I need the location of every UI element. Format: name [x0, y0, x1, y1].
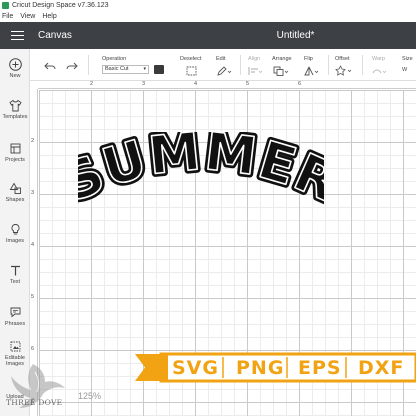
sidebar-label: Shapes: [5, 197, 25, 203]
edit-label: Edit: [216, 56, 226, 62]
plus-icon: [8, 57, 22, 71]
svg-text:SUMMER: SUMMER: [78, 132, 324, 208]
arrange-button[interactable]: Arrange: [272, 49, 298, 81]
summer-artwork[interactable]: SUMMER SUMMER: [78, 132, 324, 208]
sidebar-label: Templates: [2, 114, 28, 120]
offset-button[interactable]: Offset: [335, 49, 355, 81]
deselect-icon: [186, 66, 197, 76]
dove-logo-icon: [11, 364, 65, 408]
operation-label: Operation: [102, 56, 127, 62]
sidebar-label: Phrases: [4, 321, 26, 327]
menu-view[interactable]: View: [20, 13, 35, 20]
size-group: Size W: [402, 49, 416, 81]
speech-bubble-icon: [8, 305, 22, 319]
operation-select[interactable]: Basic Cut ▾: [102, 65, 149, 74]
ruler-number: 2: [31, 138, 35, 144]
window-title: Cricut Design Space v7.36.123: [12, 2, 109, 9]
arrange-label: Arrange: [272, 56, 292, 62]
ruler-number: 3: [142, 81, 146, 87]
warp-icon: [372, 69, 387, 74]
watermark-text: THREE DOVE: [6, 398, 63, 407]
warp-button[interactable]: Warp: [372, 49, 392, 81]
offset-label: Offset: [335, 56, 350, 62]
pencil-icon: [217, 66, 232, 76]
size-width-label: W: [402, 67, 408, 73]
hamburger-menu-icon[interactable]: [0, 22, 35, 49]
editable-image-icon: [8, 339, 22, 353]
summer-text: SUMMER: [78, 132, 324, 208]
app-header: Canvas Untitled*: [0, 22, 416, 49]
align-button[interactable]: Align: [248, 49, 266, 81]
ruler-number: 2: [90, 81, 94, 87]
sidebar-item-text[interactable]: Text: [0, 263, 30, 285]
section-title: Canvas: [38, 30, 72, 41]
redo-button[interactable]: [66, 49, 78, 81]
toolbar-divider: [240, 55, 241, 75]
redo-icon: [66, 62, 78, 70]
format-png-label: PNG: [236, 357, 285, 379]
zoom-level[interactable]: 125%: [78, 391, 101, 401]
align-icon: [248, 67, 263, 75]
shirt-icon: [8, 98, 22, 112]
operation-value: Basic Cut: [105, 66, 129, 72]
warp-label: Warp: [372, 56, 385, 62]
format-eps-label: EPS: [298, 357, 342, 379]
chevron-down-icon: ▾: [143, 66, 146, 72]
sidebar-item-projects[interactable]: Projects: [0, 141, 30, 163]
projects-icon: [8, 141, 22, 155]
ruler-horizontal: 2 3 4 5 6: [38, 81, 416, 89]
ruler-number: 5: [31, 294, 35, 300]
undo-icon: [44, 62, 56, 70]
size-label: Size: [402, 56, 413, 62]
sidebar-label: Projects: [5, 157, 25, 163]
menu-help[interactable]: Help: [42, 13, 56, 20]
ruler-number: 5: [246, 81, 250, 87]
bulb-icon: [8, 222, 22, 236]
sidebar-label: New: [9, 73, 21, 79]
ruler-number: 4: [31, 242, 35, 248]
menu-bar: File View Help: [0, 11, 416, 22]
offset-icon: [335, 65, 352, 76]
format-svg-label: SVG: [172, 357, 219, 379]
deselect-button[interactable]: Deselect: [180, 49, 204, 81]
operation-group: Operation Basic Cut ▾: [102, 49, 168, 81]
edit-toolbar: Operation Basic Cut ▾ Deselect Edit Alig…: [30, 49, 416, 81]
sidebar-item-shapes[interactable]: Shapes: [0, 181, 30, 203]
undo-button[interactable]: [44, 49, 56, 81]
ruler-number: 3: [31, 190, 35, 196]
operation-color-swatch[interactable]: [154, 65, 164, 74]
format-dxf-label: DXF: [358, 357, 405, 379]
arrange-icon: [273, 66, 289, 76]
ruler-number: 6: [298, 81, 302, 87]
deselect-label: Deselect: [180, 56, 202, 62]
toolbar-divider: [362, 55, 363, 75]
toolbar-divider: [88, 55, 89, 75]
edit-button[interactable]: Edit: [216, 49, 236, 81]
ruler-number: 6: [31, 346, 35, 352]
shapes-icon: [8, 181, 22, 195]
sidebar-item-templates[interactable]: Templates: [0, 98, 30, 120]
app-icon: [2, 2, 9, 9]
sidebar-item-phrases[interactable]: Phrases: [0, 305, 30, 327]
menu-file[interactable]: File: [2, 13, 13, 20]
sidebar-label: Text: [9, 279, 21, 285]
flip-button[interactable]: Flip: [304, 49, 324, 81]
flip-icon: [304, 66, 319, 76]
sidebar-label: Images: [5, 238, 25, 244]
sidebar-item-images[interactable]: Images: [0, 222, 30, 244]
window-titlebar: Cricut Design Space v7.36.123: [0, 0, 416, 11]
flip-label: Flip: [304, 56, 313, 62]
sidebar-item-new[interactable]: New: [0, 57, 30, 79]
text-icon: [8, 263, 22, 277]
toolbar-divider: [328, 55, 329, 75]
ruler-number: 4: [194, 81, 198, 87]
align-label: Align: [248, 56, 261, 62]
